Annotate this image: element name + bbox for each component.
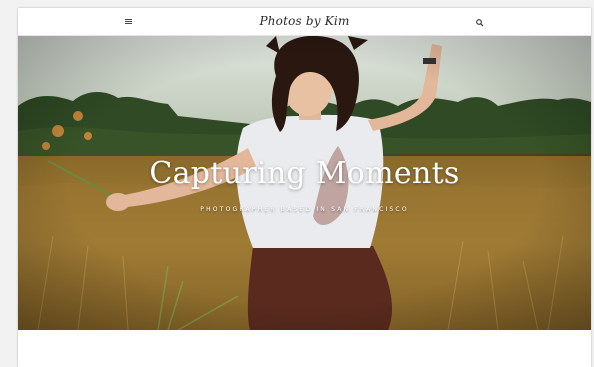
browser-page: Photos by Kim Capturing Moments PHOTOGRA… bbox=[18, 8, 591, 367]
hero-title: Capturing Moments bbox=[149, 156, 460, 191]
hero-banner: Capturing Moments PHOTOGRAPHER BASED IN … bbox=[18, 36, 591, 330]
hero-subtitle: PHOTOGRAPHER BASED IN SAN FRANCISCO bbox=[200, 206, 409, 213]
site-title[interactable]: Photos by Kim bbox=[18, 14, 591, 28]
site-header: Photos by Kim bbox=[18, 8, 591, 36]
content-area bbox=[18, 330, 591, 367]
search-icon[interactable] bbox=[474, 16, 486, 28]
